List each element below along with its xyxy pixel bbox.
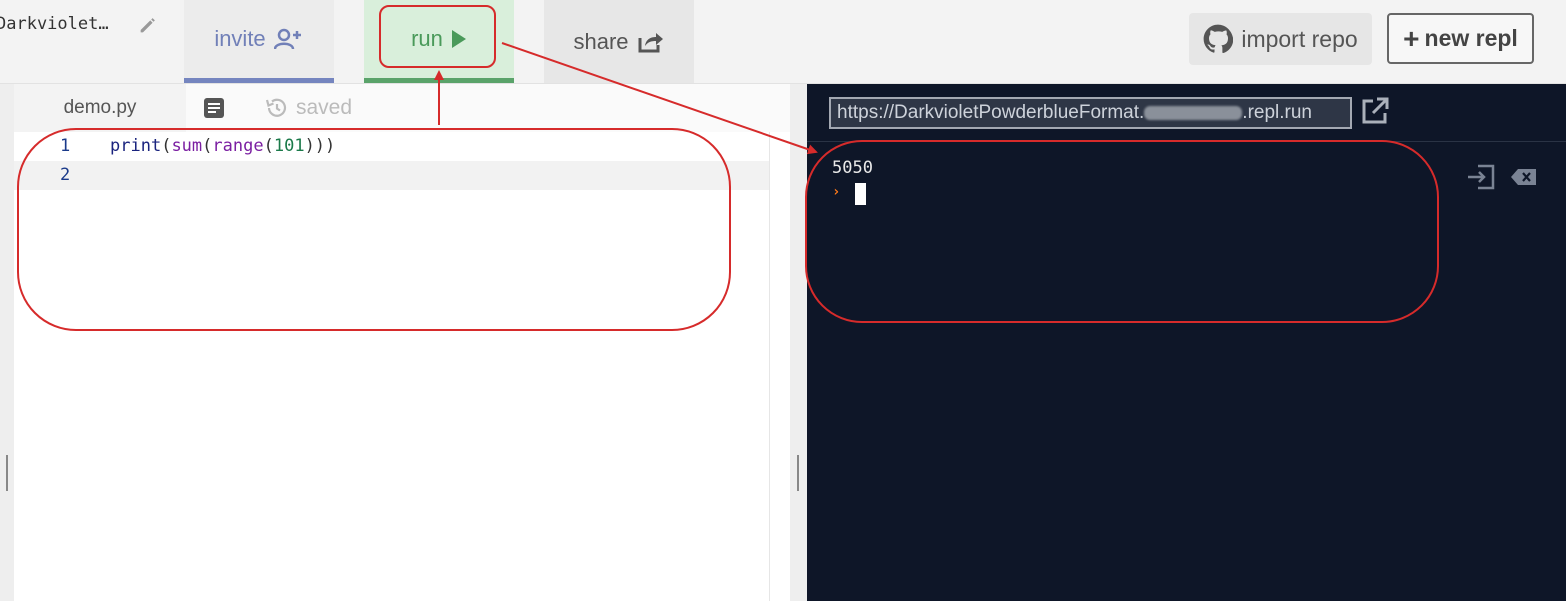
share-icon <box>638 32 663 52</box>
files-icon[interactable] <box>203 97 225 119</box>
new-repl-button[interactable]: + new repl <box>1387 13 1534 64</box>
code-editor: demo.py saved 1 print(sum(range(101))) 2 <box>14 84 790 601</box>
left-sidebar-gutter <box>0 84 14 601</box>
invite-label: invite <box>214 26 266 51</box>
code-area[interactable]: 1 print(sum(range(101))) 2 <box>14 132 770 601</box>
project-name[interactable]: Darkviolet… <box>0 14 109 34</box>
import-repo-button[interactable]: import repo <box>1189 13 1372 65</box>
code-line: 1 print(sum(range(101))) <box>14 132 770 161</box>
saved-label: saved <box>296 96 353 119</box>
file-tab-label: demo.py <box>63 97 137 118</box>
left-resize-handle[interactable] <box>6 455 8 491</box>
saved-status: saved <box>264 96 352 120</box>
clear-icon[interactable] <box>1510 167 1537 187</box>
github-icon <box>1203 24 1234 54</box>
console-output: 5050 <box>832 158 873 178</box>
console-pane: https://DarkvioletPowderblueFormat. .repl… <box>807 84 1566 601</box>
url-prefix: https://DarkvioletPowderblueFormat. <box>837 102 1145 123</box>
add-user-icon <box>273 28 301 50</box>
invite-button[interactable]: invite <box>184 0 334 83</box>
code-line-active: 2 <box>14 161 770 190</box>
new-repl-label: new repl <box>1424 25 1518 51</box>
line-number: 2 <box>60 165 71 185</box>
open-external-icon[interactable] <box>1360 96 1390 126</box>
top-bar: Darkviolet… invite run share import repo… <box>0 0 1566 84</box>
pane-splitter[interactable] <box>790 84 807 601</box>
console-cursor[interactable] <box>855 183 866 205</box>
file-tabs: demo.py saved <box>14 84 790 132</box>
webview-url[interactable]: https://DarkvioletPowderblueFormat. .repl… <box>829 97 1352 129</box>
run-button[interactable]: run <box>364 0 514 83</box>
splitter-handle[interactable] <box>797 455 799 491</box>
editor-scrollbar[interactable] <box>769 132 770 601</box>
pencil-icon[interactable] <box>137 14 159 36</box>
console-divider <box>807 141 1566 142</box>
file-tab-demo[interactable]: demo.py <box>14 84 186 132</box>
url-suffix: .repl.run <box>1242 102 1312 123</box>
code-text: print(sum(range(101))) <box>110 136 336 156</box>
line-number: 1 <box>60 136 71 156</box>
run-label: run <box>411 26 443 51</box>
import-repo-label: import repo <box>1241 25 1358 52</box>
console-prompt: › <box>832 184 841 200</box>
play-icon <box>451 30 466 48</box>
history-icon <box>265 98 287 117</box>
input-icon[interactable] <box>1466 164 1496 190</box>
share-button[interactable]: share <box>544 0 694 83</box>
plus-icon: + <box>1403 22 1420 54</box>
url-redacted <box>1144 105 1243 120</box>
share-label: share <box>573 28 629 54</box>
